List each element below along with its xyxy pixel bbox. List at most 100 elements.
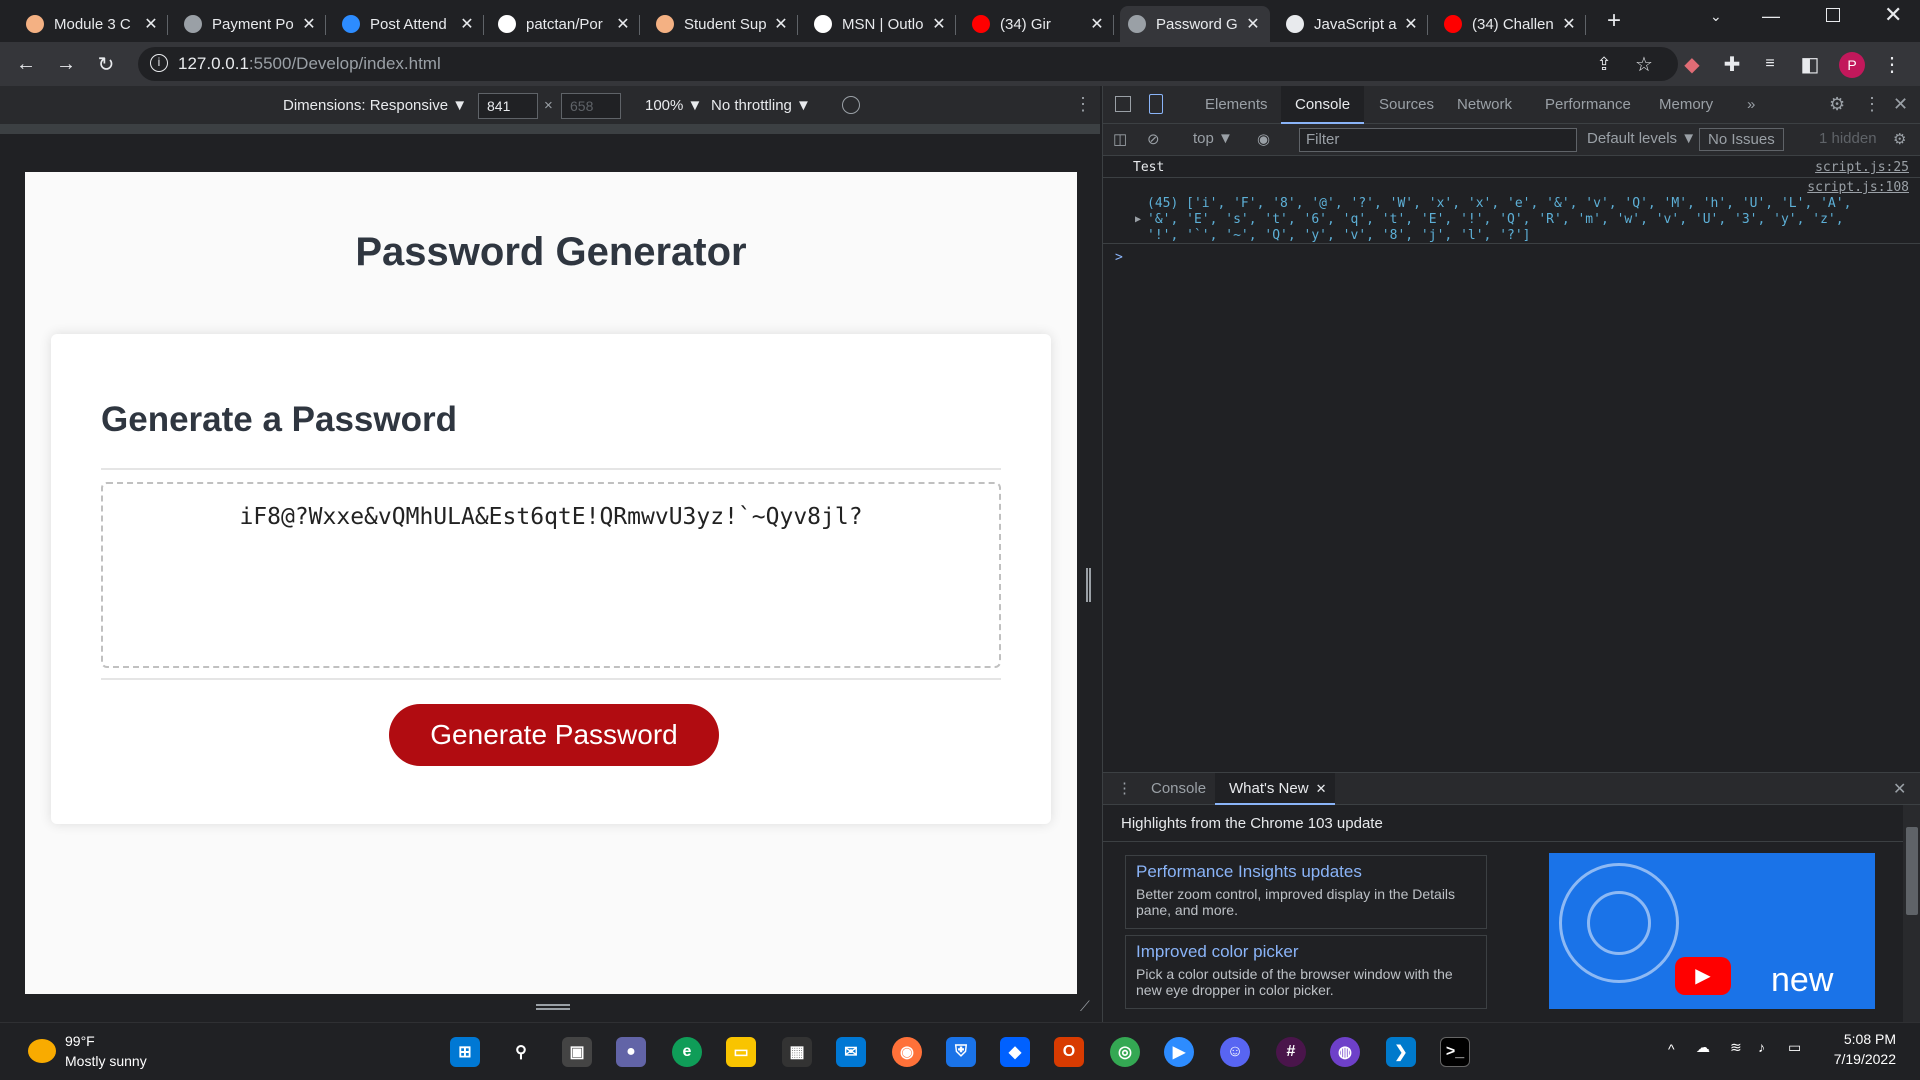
- sidebar-toggle-icon[interactable]: ◫: [1113, 130, 1127, 148]
- source-link[interactable]: script.js:108: [1807, 180, 1909, 195]
- tray-chevron-icon[interactable]: ^: [1668, 1041, 1675, 1057]
- close-tab-icon[interactable]: ✕: [1088, 14, 1106, 34]
- dropbox-icon[interactable]: ◆: [1000, 1037, 1030, 1067]
- address-bar[interactable]: i 127.0.0.1:5500/Develop/index.html: [138, 47, 1678, 81]
- browser-tab[interactable]: Post Attend ✕: [334, 6, 484, 42]
- device-toggle-icon[interactable]: [1149, 94, 1163, 114]
- task-view-icon[interactable]: ▣: [562, 1037, 592, 1067]
- dimensions-dropdown[interactable]: Dimensions: Responsive ▼: [283, 97, 467, 114]
- browser-tab[interactable]: Student Sup ✕: [648, 6, 798, 42]
- battery-icon[interactable]: ▭: [1788, 1039, 1801, 1056]
- browser-tab[interactable]: Password G ✕: [1120, 6, 1270, 42]
- menu-kebab-icon[interactable]: ⋮: [1878, 50, 1906, 78]
- resize-handle-icon[interactable]: [536, 1004, 570, 1010]
- zoom-dropdown[interactable]: 100% ▼: [645, 97, 702, 114]
- clock-time[interactable]: 5:08 PM: [1836, 1031, 1896, 1047]
- close-tab-icon[interactable]: ✕: [1402, 14, 1420, 34]
- close-tab-icon[interactable]: ✕: [772, 14, 790, 34]
- whats-new-card[interactable]: Performance Insights updates Better zoom…: [1125, 855, 1487, 929]
- drawer-menu-icon[interactable]: ⋮: [1117, 779, 1132, 797]
- clock-date[interactable]: 7/19/2022: [1826, 1051, 1896, 1067]
- chat-icon[interactable]: ●: [616, 1037, 646, 1067]
- close-tab-icon[interactable]: ✕: [614, 14, 632, 34]
- password-textarea[interactable]: iF8@?Wxxe&vQMhULA&Est6qtE!QRmwvU3yz!`~Qy…: [101, 482, 1001, 668]
- throttling-dropdown[interactable]: No throttling ▼: [711, 97, 811, 114]
- issues-button[interactable]: No Issues: [1699, 128, 1784, 151]
- generate-password-button[interactable]: Generate Password: [389, 704, 719, 766]
- console-prompt[interactable]: >: [1115, 250, 1123, 265]
- devtools-tab[interactable]: Sources: [1365, 86, 1448, 124]
- minimize-button[interactable]: —: [1762, 6, 1780, 27]
- close-tab-icon[interactable]: ✕: [1560, 14, 1578, 34]
- close-tab-icon[interactable]: ✕: [1244, 14, 1262, 34]
- github-icon[interactable]: ◍: [1330, 1037, 1360, 1067]
- levels-dropdown[interactable]: Default levels ▼: [1587, 130, 1696, 147]
- close-tab-icon[interactable]: ✕: [1316, 773, 1327, 805]
- weather-desc[interactable]: Mostly sunny: [65, 1053, 147, 1069]
- scrollbar-thumb[interactable]: [1906, 827, 1918, 915]
- device-menu-icon[interactable]: ⋮: [1074, 94, 1092, 115]
- mail-icon[interactable]: ✉: [836, 1037, 866, 1067]
- wifi-icon[interactable]: ≋: [1730, 1039, 1742, 1056]
- devtools-tab[interactable]: »: [1733, 86, 1769, 124]
- media-control-icon[interactable]: ≡: [1756, 50, 1784, 78]
- whats-new-card[interactable]: Improved color picker Pick a color outsi…: [1125, 935, 1487, 1009]
- weather-sun-icon[interactable]: [28, 1039, 56, 1063]
- bookmark-star-icon[interactable]: ☆: [1630, 50, 1658, 78]
- profile-avatar[interactable]: P: [1839, 52, 1865, 78]
- office-icon[interactable]: O: [1054, 1037, 1084, 1067]
- search-icon[interactable]: ⚲: [506, 1037, 536, 1067]
- rotate-icon[interactable]: [842, 96, 860, 114]
- devtools-tab[interactable]: Elements: [1191, 86, 1282, 124]
- extensions-puzzle-icon[interactable]: ✚: [1718, 50, 1746, 78]
- slack-icon[interactable]: #: [1276, 1037, 1306, 1067]
- console-settings-icon[interactable]: ⚙: [1893, 130, 1906, 148]
- browser-tab[interactable]: MSN | Outlo ✕: [806, 6, 956, 42]
- play-icon[interactable]: ▶: [1675, 957, 1731, 995]
- close-tab-icon[interactable]: ✕: [458, 14, 476, 34]
- chrome-icon[interactable]: ◎: [1110, 1037, 1140, 1067]
- reload-icon[interactable]: ↻: [92, 50, 120, 78]
- security-icon[interactable]: ⛨: [946, 1037, 976, 1067]
- info-icon[interactable]: i: [150, 54, 168, 72]
- browser-tab[interactable]: (34) Challen ✕: [1436, 6, 1586, 42]
- back-icon[interactable]: ←: [12, 50, 40, 78]
- devtools-tab[interactable]: Memory: [1645, 86, 1727, 124]
- video-thumbnail[interactable]: ▶ new: [1549, 853, 1875, 1009]
- store-icon[interactable]: ▦: [782, 1037, 812, 1067]
- firefox-icon[interactable]: ◉: [892, 1037, 922, 1067]
- edge-icon[interactable]: e: [672, 1037, 702, 1067]
- eye-icon[interactable]: ◉: [1257, 130, 1270, 148]
- close-devtools-icon[interactable]: ✕: [1893, 94, 1908, 115]
- height-input[interactable]: 658: [561, 93, 621, 119]
- extension-icon[interactable]: ◆: [1678, 50, 1706, 78]
- volume-icon[interactable]: ♪: [1758, 1039, 1765, 1055]
- filter-input[interactable]: Filter: [1299, 128, 1577, 152]
- new-tab-button[interactable]: +: [1600, 8, 1628, 36]
- expand-triangle-icon[interactable]: ▶: [1135, 214, 1141, 225]
- share-icon[interactable]: ⇪: [1590, 50, 1618, 78]
- zoom-icon[interactable]: ▶: [1164, 1037, 1194, 1067]
- devtools-splitter[interactable]: [1086, 568, 1091, 602]
- weather-temp[interactable]: 99°F: [65, 1033, 95, 1049]
- devtools-tab[interactable]: Network: [1443, 86, 1526, 124]
- context-dropdown[interactable]: top ▼: [1193, 130, 1233, 147]
- start-icon[interactable]: ⊞: [450, 1037, 480, 1067]
- inspect-element-icon[interactable]: [1115, 96, 1131, 112]
- drawer-tab-whats-new[interactable]: What's New ✕: [1215, 773, 1335, 805]
- forward-icon[interactable]: →: [52, 50, 80, 78]
- devtools-tab[interactable]: Performance: [1531, 86, 1645, 124]
- source-link[interactable]: script.js:25: [1815, 160, 1909, 175]
- browser-tab[interactable]: (34) Gir ✕: [964, 6, 1114, 42]
- side-panel-icon[interactable]: ◧: [1796, 50, 1824, 78]
- terminal-icon[interactable]: >_: [1440, 1037, 1470, 1067]
- close-tab-icon[interactable]: ✕: [300, 14, 318, 34]
- corner-resize-icon[interactable]: ⟋: [1080, 998, 1090, 1015]
- close-tab-icon[interactable]: ✕: [142, 14, 160, 34]
- settings-gear-icon[interactable]: ⚙: [1829, 94, 1845, 115]
- width-input[interactable]: 841: [478, 93, 538, 119]
- devtools-tab[interactable]: Console: [1281, 86, 1365, 124]
- browser-tab[interactable]: JavaScript a ✕: [1278, 6, 1428, 42]
- close-drawer-icon[interactable]: ✕: [1893, 779, 1906, 799]
- drawer-scrollbar[interactable]: [1903, 805, 1920, 1023]
